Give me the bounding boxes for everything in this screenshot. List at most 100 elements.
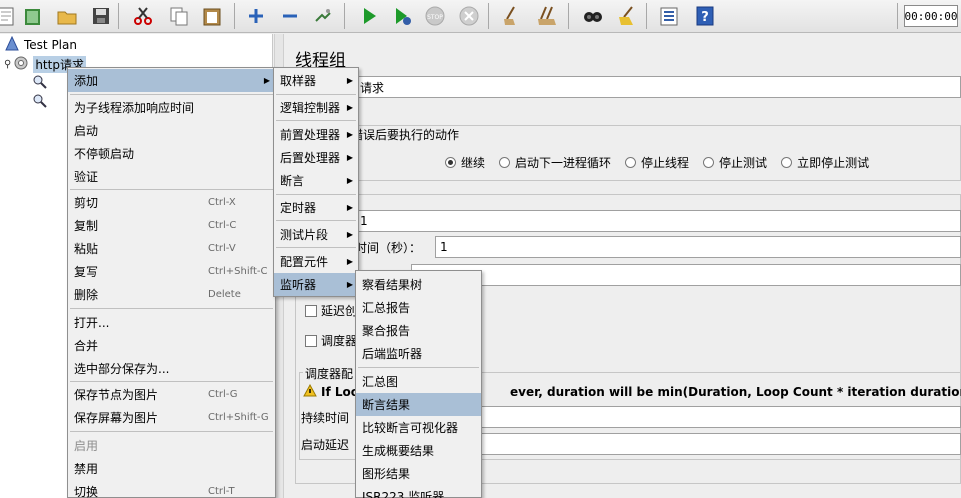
help-icon[interactable]: ? xyxy=(692,2,718,30)
stop-icon[interactable]: STOP xyxy=(422,2,448,30)
start-icon[interactable] xyxy=(356,2,382,30)
menu-item-graph-results[interactable]: 图形结果 xyxy=(356,462,481,485)
menu-item-sampler[interactable]: 取样器 ▶ xyxy=(274,69,358,92)
radio-stop-test-now[interactable]: 立即停止测试 xyxy=(781,154,869,171)
menu-item-paste[interactable]: 粘贴 Ctrl-V xyxy=(68,237,275,260)
radio-start-next-loop[interactable]: 启动下一进程循环 xyxy=(499,154,611,171)
menu-item-label: 汇总报告 xyxy=(362,301,411,315)
save-icon[interactable] xyxy=(88,2,114,30)
menu-item-logic-controller[interactable]: 逻辑控制器 ▶ xyxy=(274,96,358,119)
radio-stop-test[interactable]: 停止测试 xyxy=(703,154,767,171)
menu-item-jsr223-listener[interactable]: JSR223 监听器 xyxy=(356,485,481,498)
tree-node-sampler[interactable] xyxy=(32,74,48,92)
menu-item-summary-graph[interactable]: 汇总图 xyxy=(356,370,481,393)
collapse-icon[interactable] xyxy=(277,2,303,30)
radio-label: 立即停止测试 xyxy=(797,156,870,170)
radio-continue[interactable]: 继续 xyxy=(445,154,485,171)
add-submenu: 取样器 ▶ 逻辑控制器 ▶ 前置处理器 ▶ 后置处理器 ▶ 断言 ▶ 定时器 ▶ 测试片段 ▶… xyxy=(273,67,359,297)
menu-item-generate-summary-results[interactable]: 生成概要结果 xyxy=(356,439,481,462)
menu-item-timer[interactable]: 定时器 ▶ xyxy=(274,196,358,219)
radio-stop-thread[interactable]: 停止线程 xyxy=(625,154,689,171)
rampup-field[interactable]: 1 xyxy=(435,236,961,258)
menu-item-test-fragment[interactable]: 测试片段 ▶ xyxy=(274,223,358,246)
menu-separator xyxy=(276,120,356,121)
menu-item-view-results-tree[interactable]: 察看结果树 xyxy=(356,273,481,296)
menu-item-start-no-pause[interactable]: 不停顿启动 xyxy=(68,142,275,165)
menu-item-label: 合并 xyxy=(74,339,99,353)
toolbar: STOP ? 00:00:00 xyxy=(0,0,961,33)
menu-item-label: 生成概要结果 xyxy=(362,444,435,458)
menu-item-disable[interactable]: 禁用 xyxy=(68,457,275,480)
clear-icon[interactable] xyxy=(499,2,525,30)
menu-item-delete[interactable]: 删除 Delete xyxy=(68,283,275,306)
menu-item-config-element[interactable]: 配置元件 ▶ xyxy=(274,250,358,273)
menu-item-backend-listener[interactable]: 后端监听器 xyxy=(356,342,481,365)
start-no-pause-icon[interactable] xyxy=(389,2,415,30)
menu-item-cut[interactable]: 剪切 Ctrl-X xyxy=(68,191,275,214)
menu-item-duplicate[interactable]: 复写 Ctrl+Shift-C xyxy=(68,260,275,283)
submenu-arrow-icon: ▶ xyxy=(346,76,353,85)
template-icon[interactable] xyxy=(0,2,20,30)
menu-item-start[interactable]: 启动 xyxy=(68,119,275,142)
submenu-arrow-icon: ▶ xyxy=(346,153,353,162)
menu-item-save-node-image[interactable]: 保存节点为图片 Ctrl-G xyxy=(68,383,275,406)
menu-item-post-processor[interactable]: 后置处理器 ▶ xyxy=(274,146,358,169)
open-template-icon[interactable] xyxy=(20,2,46,30)
tree-node-test-plan[interactable]: Test Plan xyxy=(4,35,77,54)
function-helper-icon[interactable] xyxy=(656,2,682,30)
gear-icon xyxy=(13,55,29,74)
menu-item-listener[interactable]: 监听器 ▶ xyxy=(274,273,358,296)
menu-item-label: 取样器 xyxy=(280,74,317,88)
menu-item-aggregate-report[interactable]: 聚合报告 xyxy=(356,319,481,342)
menu-item-add-response-time[interactable]: 为子线程添加响应时间 xyxy=(68,96,275,119)
tree-node-listener[interactable] xyxy=(32,93,48,111)
menu-item-label: 添加 xyxy=(74,74,99,88)
error-action-radios: 继续 启动下一进程循环 停止线程 停止测试 立即停止测试 xyxy=(445,154,869,171)
delay-label: 延迟创 xyxy=(321,304,358,318)
menu-item-save-screen-image[interactable]: 保存屏幕为图片 Ctrl+Shift-G xyxy=(68,406,275,429)
menu-separator xyxy=(276,247,356,248)
menu-item-label: 汇总图 xyxy=(362,375,399,389)
menu-item-toggle[interactable]: 切换 Ctrl-T xyxy=(68,480,275,498)
menu-item-open[interactable]: 打开... xyxy=(68,311,275,334)
clear-all-icon[interactable] xyxy=(534,2,560,30)
threads-field[interactable]: 1 xyxy=(355,210,961,232)
name-field[interactable]: 请求 xyxy=(295,76,961,98)
delay-checkbox[interactable] xyxy=(305,304,317,317)
paste-icon[interactable] xyxy=(199,2,225,30)
open-icon[interactable] xyxy=(54,2,80,30)
loop-count-field[interactable] xyxy=(411,264,961,286)
scheduler-option[interactable]: 调度器 xyxy=(305,332,357,349)
delay-thread-creation-option[interactable]: 延迟创 xyxy=(305,302,357,319)
search-icon[interactable] xyxy=(580,2,606,30)
expand-icon[interactable] xyxy=(243,2,269,30)
magnifier-icon xyxy=(32,93,48,112)
shutdown-icon[interactable] xyxy=(456,2,482,30)
threads-value: 1 xyxy=(360,214,368,228)
tree-expand-handle-icon[interactable]: ⚲ xyxy=(4,59,11,70)
menu-item-enable: 启用 xyxy=(68,434,275,457)
menu-item-label: 验证 xyxy=(74,170,99,184)
reset-search-icon[interactable] xyxy=(614,2,640,30)
menu-item-summary-report[interactable]: 汇总报告 xyxy=(356,296,481,319)
startup-delay-field[interactable] xyxy=(481,433,961,455)
menu-item-copy[interactable]: 复制 Ctrl-C xyxy=(68,214,275,237)
menu-separator xyxy=(358,367,479,368)
menu-item-assertion-results[interactable]: 断言结果 xyxy=(356,393,481,416)
menu-item-pre-processor[interactable]: 前置处理器 ▶ xyxy=(274,123,358,146)
menu-item-save-selection-as[interactable]: 选中部分保存为... xyxy=(68,357,275,380)
menu-item-comparison-assertion-visualizer[interactable]: 比较断言可视化器 xyxy=(356,416,481,439)
copy-icon[interactable] xyxy=(166,2,192,30)
duration-field[interactable] xyxy=(481,406,961,428)
menu-item-assertion[interactable]: 断言 ▶ xyxy=(274,169,358,192)
scheduler-checkbox[interactable] xyxy=(305,334,317,347)
menu-item-label: 启动 xyxy=(74,124,99,138)
menu-item-label: 图形结果 xyxy=(362,467,411,481)
menu-separator xyxy=(276,194,356,195)
radio-dot xyxy=(625,157,637,168)
toggle-icon[interactable] xyxy=(310,2,336,30)
cut-icon[interactable] xyxy=(130,2,156,30)
menu-item-merge[interactable]: 合并 xyxy=(68,334,275,357)
menu-item-validate[interactable]: 验证 xyxy=(68,165,275,188)
menu-item-add[interactable]: 添加 ▶ xyxy=(68,69,275,92)
